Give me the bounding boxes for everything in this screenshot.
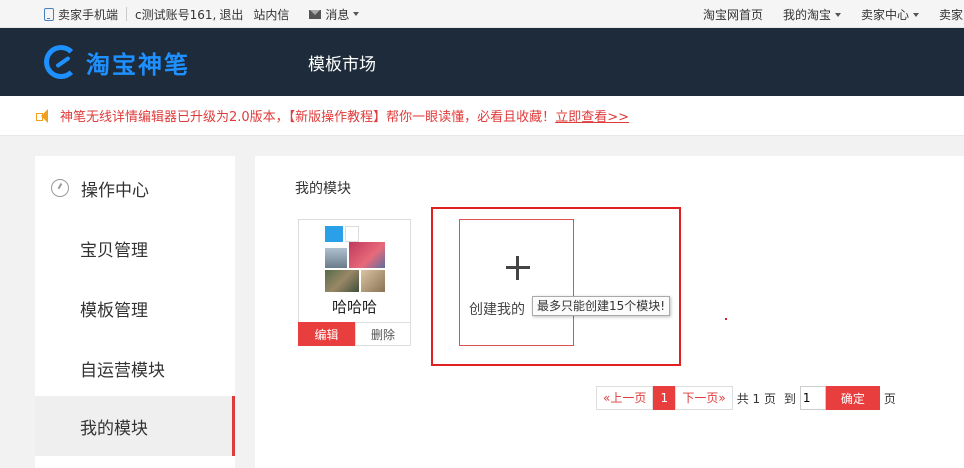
site-header: 淘宝神笔 模板市场 [0, 28, 964, 96]
current-page[interactable]: 1 [653, 386, 676, 410]
my-taobao-menu[interactable]: 我的淘宝 [783, 6, 842, 23]
taobao-home-link[interactable]: 淘宝网首页 [703, 6, 763, 23]
logo-pen-icon [44, 45, 78, 79]
sidebar-item-product-management[interactable]: 宝贝管理 [35, 218, 235, 278]
thumbnail-tile [325, 270, 359, 292]
prev-page-button[interactable]: «上一页 [596, 386, 654, 410]
thumbnail-tile [349, 242, 385, 268]
sidebar-item-my-modules[interactable]: 我的模块 [35, 396, 235, 456]
chevron-down-icon [835, 13, 842, 17]
sidebar-item-label: 自运营模块 [80, 360, 165, 381]
section-title: 我的模块 [295, 181, 351, 197]
create-module-label: 创建我的 [469, 302, 525, 318]
goto-suffix: 页 [883, 391, 896, 406]
confirm-page-button[interactable]: 确定 [825, 386, 880, 410]
module-thumbnail [325, 226, 385, 292]
notice-view-link[interactable]: 立即查看>> [555, 106, 629, 125]
goto-page-input[interactable] [799, 386, 826, 410]
sidebar-item-self-operated-modules[interactable]: 自运营模块 [35, 338, 235, 398]
total-prefix: 共 [736, 391, 749, 406]
sidebar-header: 操作中心 [35, 158, 235, 218]
thumbnail-tile [325, 226, 343, 242]
module-actions: 编辑 删除 [298, 322, 411, 346]
logout-link[interactable]: 退出 [219, 6, 243, 23]
top-bar-left: 卖家手机端 c测试账号161, 退出 站内信 消息 [44, 0, 360, 28]
goto-prefix: 到 [783, 391, 796, 406]
stray-dot [725, 318, 727, 320]
sidebar-item-label: 我的模块 [80, 418, 148, 439]
top-bar: 卖家手机端 c测试账号161, 退出 站内信 消息 淘宝网首页 我的淘宝 卖家中… [0, 0, 964, 28]
messages-label: 消息 [325, 7, 350, 22]
seller-more-link[interactable]: 卖家 [939, 6, 963, 23]
chevron-down-icon [913, 13, 920, 17]
next-page-button[interactable]: 下一页» [675, 386, 733, 410]
total-count: 1 [752, 391, 761, 406]
notice-text: 神笔无线详情编辑器已升级为2.0版本，【新版操作教程】帮你一眼读懂，必看且收藏！ [60, 110, 556, 125]
thumbnail-tile [361, 270, 385, 292]
seller-center-menu[interactable]: 卖家中心 [861, 6, 920, 23]
my-taobao-label: 我的淘宝 [783, 7, 832, 22]
speaker-icon [36, 108, 52, 123]
nav-template-market[interactable]: 模板市场 [308, 50, 376, 75]
sidebar-header-label: 操作中心 [81, 180, 149, 201]
edit-button[interactable]: 编辑 [298, 322, 355, 346]
mail-icon [309, 9, 322, 19]
seller-center-label: 卖家中心 [861, 7, 910, 22]
limit-tooltip: 最多只能创建15个模块! [532, 296, 671, 316]
sidebar-item-label: 宝贝管理 [80, 240, 148, 261]
pagination: «上一页 1 下一页» 共 1 页 到 确定 页 [596, 386, 900, 410]
logo-text: 淘宝神笔 [86, 50, 190, 79]
main-panel: 我的模块 哈哈哈 编辑 删除 创建我的 最多只能创建15个模块! «上一页 1 … [255, 156, 964, 468]
thumbnail-tile [325, 248, 347, 268]
divider [126, 7, 128, 21]
module-card[interactable]: 哈哈哈 编辑 删除 [298, 219, 411, 346]
messages-menu[interactable]: 消息 [309, 6, 360, 23]
total-pages-text: 共 1 页 到 [737, 390, 796, 407]
sidebar-item-template-management[interactable]: 模板管理 [35, 278, 235, 338]
sidebar: 操作中心 宝贝管理 模板管理 自运营模块 我的模块 [35, 156, 235, 468]
module-title: 哈哈哈 [331, 298, 377, 316]
top-bar-right: 淘宝网首页 我的淘宝 卖家中心 卖家 [700, 0, 963, 28]
create-module-card[interactable]: 创建我的 [459, 219, 574, 346]
phone-icon [44, 7, 54, 21]
operation-center-icon [51, 179, 69, 197]
seller-mobile-link[interactable]: 卖家手机端 [58, 6, 118, 23]
total-suffix: 页 [764, 391, 777, 406]
thumbnail-tile [345, 226, 359, 242]
chevron-down-icon [353, 12, 360, 16]
notice-bar: 神笔无线详情编辑器已升级为2.0版本，【新版操作教程】帮你一眼读懂，必看且收藏！… [0, 96, 964, 136]
plus-icon [506, 256, 530, 280]
delete-button[interactable]: 删除 [355, 322, 411, 346]
inbox-link[interactable]: 站内信 [253, 6, 289, 23]
sidebar-item-label: 模板管理 [80, 300, 148, 321]
logo[interactable]: 淘宝神笔 [44, 42, 190, 82]
account-name: c测试账号161, [135, 7, 217, 22]
